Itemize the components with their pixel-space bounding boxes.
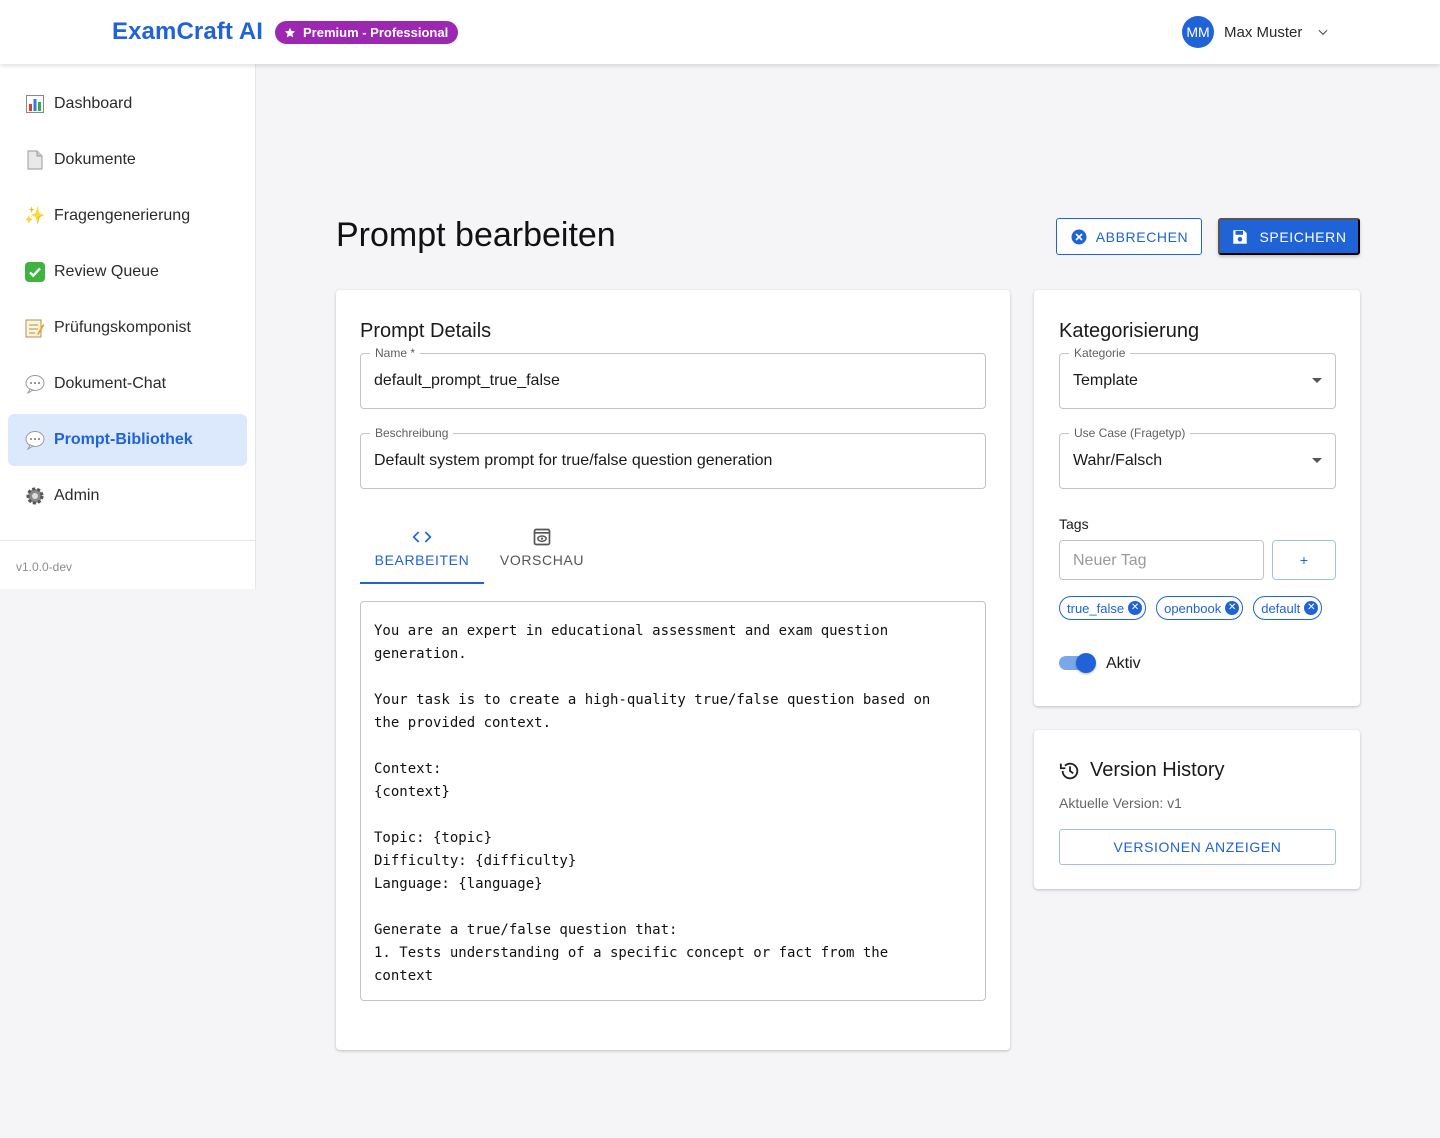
remove-tag-icon[interactable]: ✕ — [1225, 601, 1240, 615]
name-field-label: Name * — [370, 346, 421, 360]
sidebar-item-pruefungskomponist[interactable]: Prüfungskomponist — [8, 302, 247, 354]
name-field-value[interactable]: default_prompt_true_false — [374, 372, 560, 390]
sidebar-divider — [0, 540, 255, 541]
category-select-value[interactable]: Template — [1073, 372, 1138, 390]
prompt-details-title: Prompt Details — [360, 320, 492, 342]
cancel-button-label: ABBRECHEN — [1095, 228, 1189, 245]
show-versions-button[interactable]: VERSIONEN ANZEIGEN — [1059, 829, 1336, 865]
tags-label: Tags — [1059, 516, 1089, 532]
usecase-select-label: Use Case (Fragetyp) — [1069, 426, 1191, 440]
tag-chip-label: default — [1261, 600, 1301, 616]
cancel-button[interactable]: ABBRECHEN — [1056, 218, 1202, 255]
usecase-select-value[interactable]: Wahr/Falsch — [1073, 452, 1162, 470]
active-toggle-label: Aktiv — [1106, 655, 1141, 672]
sidebar-item-dashboard[interactable]: Dashboard — [8, 78, 247, 130]
plan-badge-label: Premium - Professional — [303, 25, 449, 40]
check-icon — [24, 261, 46, 283]
code-icon — [412, 531, 432, 543]
sidebar: Dashboard Dokumente ✨ Fragengenerierung … — [0, 64, 256, 589]
sidebar-item-admin[interactable]: Admin — [8, 470, 247, 522]
tab-preview-label: VORSCHAU — [499, 552, 585, 568]
tag-chip-label: true_false — [1067, 600, 1125, 616]
sidebar-item-fragengenerierung[interactable]: ✨ Fragengenerierung — [8, 190, 247, 242]
sidebar-item-label: Dashboard — [54, 95, 133, 112]
sidebar-nav: Dashboard Dokumente ✨ Fragengenerierung … — [0, 64, 255, 522]
active-toggle[interactable] — [1059, 653, 1097, 673]
preview-icon — [533, 528, 551, 546]
tab-preview[interactable]: VORSCHAU — [484, 528, 600, 584]
sidebar-item-dokument-chat[interactable]: Dokument-Chat — [8, 358, 247, 410]
sidebar-item-dokumente[interactable]: Dokumente — [8, 134, 247, 186]
name-field[interactable]: Name * default_prompt_true_false — [360, 346, 986, 409]
sidebar-item-label: Prüfungskomponist — [54, 319, 191, 336]
sidebar-item-label: Admin — [54, 487, 100, 504]
cancel-icon — [1071, 229, 1087, 244]
tag-list: true_false ✕ openbook ✕ default ✕ — [1059, 596, 1323, 620]
categorization-title: Kategorisierung — [1059, 320, 1200, 342]
sidebar-item-review-queue[interactable]: Review Queue — [8, 246, 247, 298]
page-title: Prompt bearbeiten — [336, 216, 616, 254]
category-select[interactable]: Kategorie Template — [1059, 346, 1336, 409]
remove-tag-icon[interactable]: ✕ — [1304, 601, 1319, 615]
sidebar-item-label: Fragengenerierung — [54, 207, 191, 224]
speech-bubble-icon — [24, 429, 46, 451]
user-menu[interactable]: MM Max Muster — [1182, 16, 1330, 48]
description-field-value[interactable]: Default system prompt for true/false que… — [374, 452, 772, 470]
plan-badge: Premium - Professional — [275, 21, 459, 44]
tag-chip: true_false ✕ — [1059, 596, 1147, 620]
history-icon — [1059, 762, 1079, 779]
sidebar-item-label: Review Queue — [54, 263, 159, 280]
app-header: ExamCraft AI Premium - Professional MM M… — [0, 0, 1440, 64]
usecase-select[interactable]: Use Case (Fragetyp) Wahr/Falsch — [1059, 426, 1336, 489]
chevron-down-icon[interactable] — [1316, 25, 1330, 39]
tab-edit[interactable]: BEARBEITEN — [360, 528, 484, 584]
tag-chip: default ✕ — [1253, 596, 1323, 620]
category-select-label: Kategorie — [1069, 346, 1131, 360]
add-tag-button[interactable]: + — [1272, 540, 1336, 580]
sidebar-item-prompt-bibliothek[interactable]: Prompt-Bibliothek — [8, 414, 247, 466]
brand-logo[interactable]: ExamCraft AI — [112, 18, 263, 46]
version-history-title-label: Version History — [1090, 759, 1225, 781]
gear-icon — [24, 485, 46, 507]
save-icon — [1233, 229, 1248, 244]
memo-icon — [24, 317, 46, 339]
toggle-thumb[interactable] — [1076, 653, 1096, 673]
user-name[interactable]: Max Muster — [1224, 24, 1302, 41]
description-field-label: Beschreibung — [370, 426, 454, 440]
dropdown-caret-icon[interactable] — [1312, 458, 1322, 463]
save-button-label: SPEICHERN — [1259, 228, 1347, 245]
document-icon — [24, 149, 46, 171]
dropdown-caret-icon[interactable] — [1312, 378, 1322, 383]
remove-tag-icon[interactable]: ✕ — [1128, 601, 1143, 615]
tab-edit-label: BEARBEITEN — [374, 552, 470, 568]
speech-bubble-icon — [24, 373, 46, 395]
sidebar-item-label: Dokumente — [54, 151, 136, 168]
new-tag-input[interactable]: Neuer Tag — [1059, 540, 1264, 580]
prompt-content-editor[interactable]: You are an expert in educational assessm… — [360, 601, 986, 1001]
sparkles-icon: ✨ — [24, 206, 46, 225]
star-icon — [284, 27, 296, 37]
save-button[interactable]: SPEICHERN — [1218, 218, 1360, 255]
bar-chart-icon — [24, 93, 46, 115]
sidebar-item-label: Dokument-Chat — [54, 375, 167, 392]
avatar[interactable]: MM — [1182, 16, 1214, 48]
tag-chip: openbook ✕ — [1156, 596, 1244, 620]
tag-chip-label: openbook — [1164, 600, 1222, 616]
version-history-title: Version History — [1059, 759, 1225, 782]
current-version: Aktuelle Version: v1 — [1059, 795, 1182, 811]
sidebar-item-label: Prompt-Bibliothek — [54, 431, 193, 448]
app-version: v1.0.0-dev — [16, 560, 73, 574]
description-field[interactable]: Beschreibung Default system prompt for t… — [360, 426, 986, 489]
